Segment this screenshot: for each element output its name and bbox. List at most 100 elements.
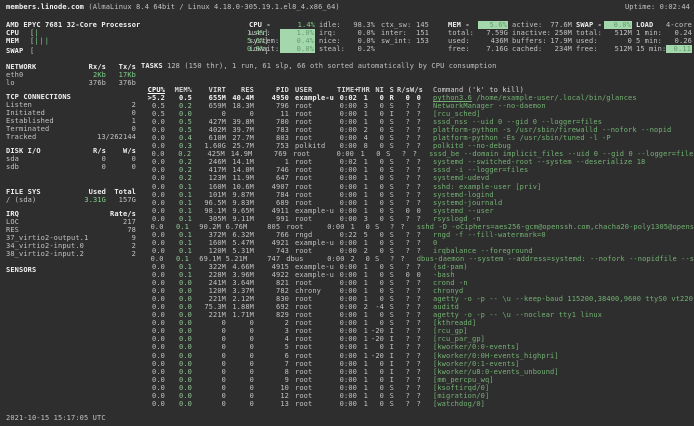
filesystem-section: FILE SYS Used Total / (sda) 3.31G 157G [6, 188, 136, 204]
task-row: 0.0 0.0 241M 3.64M 821 root 0:00 1 0 S ?… [141, 279, 694, 287]
mem-title: MEM - [448, 21, 478, 29]
gauge-row: SWAP [ 0.0% ] [6, 45, 269, 53]
task-command: agetty -o -p -- \u --noclear tty1 linux [433, 311, 602, 319]
sensors-title: SENSORS [6, 266, 136, 274]
task-row: 0.0 0.0 0 0 9 root 0:00 1 0 I ? ? [mm_pe… [141, 376, 694, 384]
task-command: rngd -f --fill-watermark=0 [433, 231, 546, 239]
task-command: systemd-journald [433, 199, 502, 207]
task-row: 0.0 0.5 427M 39.8M 780 root 0:00 1 0 S ?… [141, 118, 694, 126]
tcp-row: Listen 2 [6, 101, 136, 109]
cpu-iowait-box: 0.0% [280, 45, 315, 53]
task-row: 0.0 0.0 0 0 4 root 0:00 1 -20 I ? ? [rcu… [141, 335, 694, 343]
task-command: [mm_percpu_wq] [433, 376, 494, 384]
task-row: 0.0 0.1 160M 10.6M 4907 root 0:00 1 0 S … [141, 183, 694, 191]
tcp-row: Tracked 13/262144 [6, 133, 136, 141]
fs-title: FILE SYS [6, 188, 66, 196]
cpu-section: CPU - 1.4% idle: 98.3% ctx_sw: 145 user:… [249, 21, 429, 53]
task-command: [rcu_sched] [433, 110, 481, 118]
gauge-row: CPU [ |1.4% ] [6, 29, 269, 37]
task-command: [migration/0] [433, 392, 489, 400]
task-command: sssd_be --domain implicit_files --uid 0 … [429, 150, 694, 158]
network-title: NETWORK [6, 63, 66, 71]
task-command: systemd --switched-root --system --deser… [433, 158, 645, 166]
task-command: NetworkManager --no-daemon [433, 102, 546, 110]
task-command: sssd -i --logger=files [433, 166, 528, 174]
task-row: 0.0 0.4 610M 27.7M 803 root 0:00 4 0 S ?… [141, 134, 694, 142]
irq-title: IRQ [6, 210, 110, 218]
tcp-row: Initiated 0 [6, 109, 136, 117]
load-section: LOAD 4-core 1 min: 0.24 5 min: 0.26 15 m… [636, 21, 692, 53]
task-command: sshd: example-user [priv] [433, 183, 541, 191]
task-row: 0.0 0.0 0 0 5 root 0:00 1 0 I ? ? [kwork… [141, 343, 694, 351]
task-command: [kthreadd] [433, 319, 476, 327]
tcp-title: TCP CONNECTIONS [6, 93, 136, 101]
header-line: members.linode.com (AlmaLinux 8.4 64bit … [6, 3, 690, 11]
os-info: (AlmaLinux 8.4 64bit / Linux 4.18.0-305.… [84, 3, 340, 11]
task-row: 0.0 0.1 160M 5.47M 4921 example-u 0:00 1… [141, 239, 694, 247]
task-command: [kworker/0:0-events] [433, 343, 520, 351]
cpu-title: CPU - [249, 21, 280, 29]
task-command: [rcu_par_gp] [433, 335, 485, 343]
mem-section: MEM - 5.6% active: 77.6M total: 7.59G in… [448, 21, 572, 53]
task-row: 0.5 0.0 0 0 11 root 0:00 1 0 I ? ? [rcu_… [141, 110, 694, 118]
tasks-summary: TASKS 128 (150 thr), 1 run, 61 slp, 66 o… [141, 62, 694, 70]
tcp-row: Established 1 [6, 117, 136, 125]
disk-title: DISK I/O [6, 147, 66, 155]
task-row: 0.0 0.2 246M 14.1M 1 root 0:02 1 0 S ? ?… [141, 158, 694, 166]
hostname: members.linode.com [6, 3, 84, 11]
cpu-model: AMD EPYC 7681 32-Core Processor [6, 21, 269, 29]
task-command: -bash [433, 271, 455, 279]
task-row: 0.0 0.1 372M 6.32M 766 rngd 0:22 5 0 S ?… [141, 231, 694, 239]
task-row: 0.0 0.2 123M 11.9M 647 root 0:00 1 0 S ?… [141, 174, 694, 182]
irq-row: 37_virtio2-output.1 9 [6, 234, 136, 242]
task-command: platform-python -Es /usr/sbin/tuned -l -… [433, 134, 611, 142]
task-command: systemd --user [433, 207, 494, 215]
task-row: 0.0 0.1 69.1M 5.21M 747 dbus 0:00 2 0 S … [141, 255, 694, 263]
task-command: python3.6 /home/example-user/.local/bin/… [433, 94, 637, 102]
task-row: 0.0 0.0 0 0 3 root 0:00 1 -20 I ? ? [rcu… [141, 327, 694, 335]
task-row: 0.0 0.5 402M 39.7M 783 root 0:00 2 0 S ?… [141, 126, 694, 134]
task-command: [watchdog/0] [433, 400, 485, 408]
network-section: NETWORK Rx/s Tx/s eth0 2Kb 17Kb lo 376b … [6, 63, 136, 87]
task-command: platform-python -s /usr/sbin/firewalld -… [433, 126, 671, 134]
irq-row: 34_virtio2-input.0 2 [6, 242, 136, 250]
task-command: crond -n [433, 279, 468, 287]
task-row: 0.0 0.0 221M 2.12M 830 root 0:00 1 0 S ?… [141, 295, 694, 303]
task-row: 0.0 0.0 0 0 13 root 0:00 1 0 S ? ? [watc… [141, 400, 694, 408]
task-command: irqbalance --foreground [433, 247, 533, 255]
fs-row: / (sda) 3.31G 157G [6, 196, 136, 204]
task-row: 0.0 0.1 101M 9.87M 784 root 0:00 1 0 S ?… [141, 191, 694, 199]
task-command: [kworker/0:1-events] [433, 360, 520, 368]
task-row: 0.0 0.0 221M 1.71M 829 root 0:00 1 0 S ?… [141, 311, 694, 319]
task-command: 0 [433, 239, 437, 247]
task-row: 0.0 0.0 0 0 6 root 0:00 1 -20 I ? ? [kwo… [141, 352, 694, 360]
task-row: >5.2 0.5 655M 40.4M 4950 example-u 0:02 … [141, 94, 694, 102]
task-command: systemd-logind [433, 191, 494, 199]
network-row: eth0 2Kb 17Kb [6, 71, 136, 79]
task-command: sssd_nss --uid 0 --gid 0 --logger=files [433, 118, 602, 126]
mem-percent-box: 5.6% [478, 21, 508, 29]
task-row: 0.0 0.0 0 0 2 root 0:00 1 0 S ? ? [kthre… [141, 319, 694, 327]
task-command: chronyd [433, 287, 463, 295]
clock: 2021-10-15 15:17:05 UTC [6, 414, 106, 422]
host-os: members.linode.com (AlmaLinux 8.4 64bit … [6, 3, 340, 11]
task-row: 0.0 0.3 1.60G 25.7M 753 polkitd 0:00 8 0… [141, 142, 694, 150]
gauge-bar: 0.0% [34, 45, 264, 53]
task-row: 0.0 0.1 228M 3.96M 4922 example-u 0:00 1… [141, 271, 694, 279]
uptime: Uptime: 0:02:44 [625, 3, 690, 11]
task-row: 0.5 0.2 659M 18.3M 796 root 0:00 3 0 S ?… [141, 102, 694, 110]
swap-section: SWAP - 0.0% total: 512M used: 0 free: 51… [576, 21, 632, 53]
task-row: 0.0 0.0 120M 3.37M 782 chrony 0:00 1 0 S… [141, 287, 694, 295]
disk-section: DISK I/O R/s W/s sda 0 0 sdb 0 0 [6, 147, 136, 171]
tcp-row: Terminated 0 [6, 125, 136, 133]
task-row: 0.0 0.0 75.3M 1.88M 692 root 0:00 2 -4 S… [141, 303, 694, 311]
task-command: (sd-pam) [433, 263, 468, 271]
task-row: 0.0 0.2 425M 14.9M 769 root 0:00 1 0 S ?… [141, 150, 694, 158]
task-command: [ksoftirqd/0] [433, 384, 489, 392]
task-row: 0.0 0.1 322M 4.66M 4915 example-u 0:00 1… [141, 263, 694, 271]
task-command: [kworker/0:0H-events_highpri] [433, 352, 559, 360]
tasks-table: >5.2 0.5 655M 40.4M 4950 example-u 0:02 … [141, 94, 694, 408]
sort-column-cpu[interactable]: CPU% [141, 86, 165, 94]
glances-terminal[interactable]: members.linode.com (AlmaLinux 8.4 64bit … [0, 0, 694, 426]
gauge-ticks: | [34, 29, 39, 37]
